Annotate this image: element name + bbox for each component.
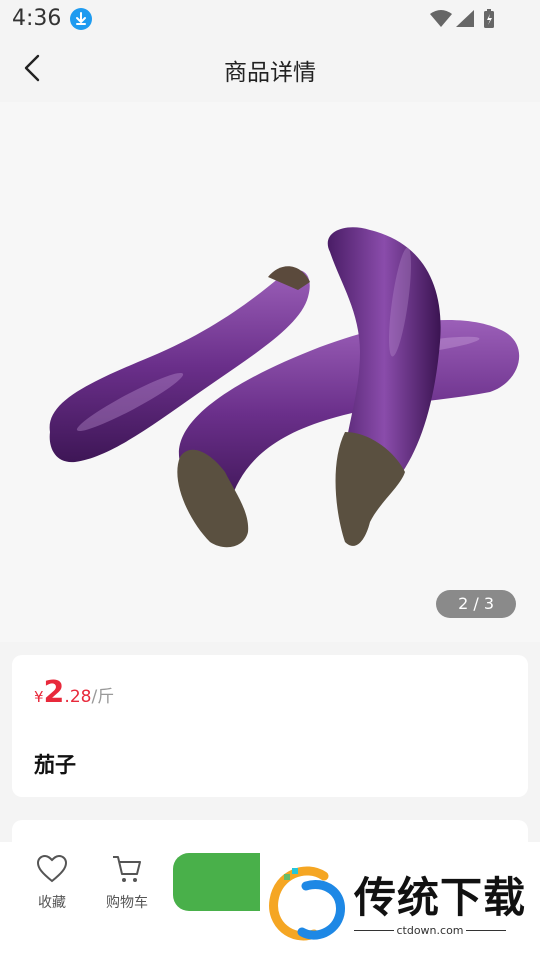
nav-bar: 商品详情	[0, 38, 540, 100]
cart-label: 购物车	[106, 895, 148, 911]
signal-icon	[456, 10, 474, 27]
status-icons	[430, 8, 500, 30]
download-icon	[70, 8, 92, 30]
watermark-logo: 传统下载 ctdown.com	[260, 842, 540, 960]
page-title: 商品详情	[224, 60, 316, 86]
watermark-text: 传统下载	[354, 873, 527, 922]
status-bar: 4:36	[0, 0, 540, 38]
price-currency: ¥	[34, 688, 44, 706]
logo-icon	[269, 866, 345, 941]
cart-button[interactable]: 购物车	[100, 854, 154, 924]
product-image-gallery[interactable]: 2 / 3	[0, 102, 540, 642]
price-decimal: .28	[64, 687, 92, 707]
product-name: 茄子	[34, 753, 76, 777]
favorite-label: 收藏	[38, 895, 66, 911]
product-info-card: ¥2.28/斤 茄子	[12, 655, 528, 797]
price: ¥2.28/斤	[34, 675, 114, 710]
favorite-button[interactable]: 收藏	[22, 854, 82, 924]
cart-icon	[113, 856, 141, 882]
watermark-divider-right	[466, 930, 506, 931]
price-integer: 2	[43, 675, 65, 710]
wifi-icon	[430, 10, 452, 27]
status-time: 4:36	[12, 6, 62, 31]
heart-icon	[36, 854, 68, 883]
image-page-indicator: 2 / 3	[436, 590, 516, 618]
product-image	[49, 227, 520, 548]
price-unit: /斤	[91, 687, 115, 707]
